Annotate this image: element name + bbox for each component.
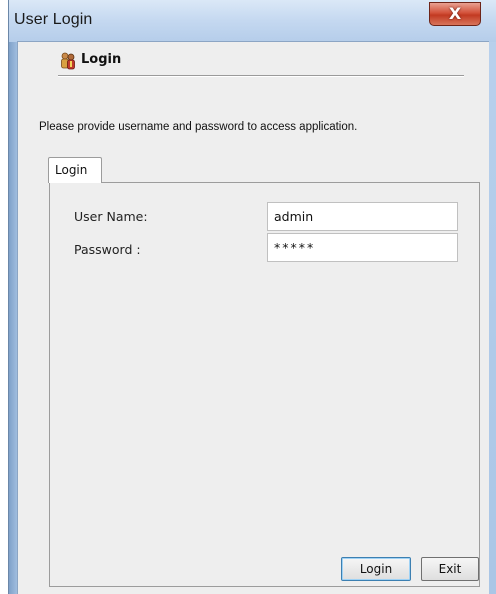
header-divider [58,75,464,77]
header-title: Login [81,52,122,67]
instructions-text: Please provide username and password to … [39,121,358,133]
username-label: User Name: [74,209,148,224]
window-title: User Login [14,11,93,28]
login-button[interactable]: Login [341,557,411,581]
tab-login[interactable]: Login [48,157,102,183]
exit-button[interactable]: Exit [421,557,479,581]
tab-login-label: Login [55,163,88,177]
close-icon: X [448,4,462,23]
user-group-icon [61,52,75,70]
password-label: Password : [74,242,141,257]
dialog-content: Login Please provide username and passwo… [17,41,489,594]
username-field[interactable]: admin [267,202,458,231]
title-bar[interactable]: User Login X [9,0,496,42]
login-window: User Login X Login Please provide userna… [8,0,496,594]
close-button[interactable]: X [429,2,481,26]
password-field[interactable]: ***** [267,233,458,262]
